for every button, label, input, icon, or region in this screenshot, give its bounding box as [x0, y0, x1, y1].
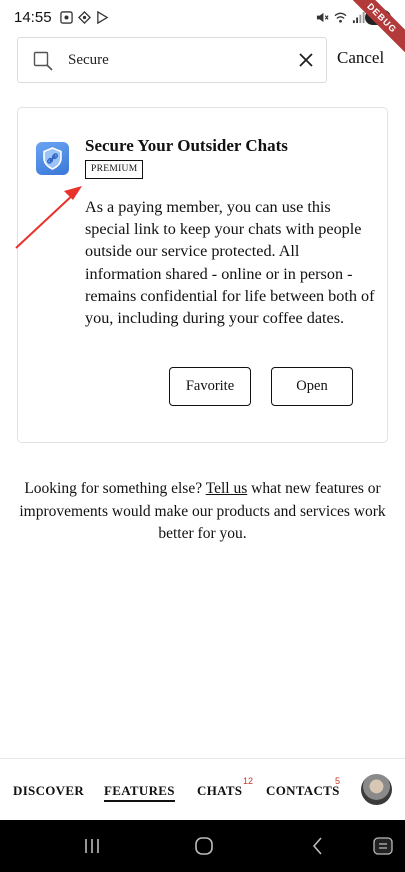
feedback-text: Looking for something else? Tell us what… [12, 478, 393, 546]
card-description: As a paying member, you can use this spe… [85, 198, 375, 328]
tab-features[interactable]: FEATURES [104, 783, 175, 802]
screen-record-icon [60, 11, 73, 24]
back-icon[interactable] [307, 836, 329, 856]
avatar[interactable] [361, 774, 392, 805]
search-input[interactable] [68, 47, 288, 73]
tab-discover[interactable]: DISCOVER [13, 783, 84, 799]
tab-chats[interactable]: CHATS [197, 783, 242, 799]
favorite-button[interactable]: Favorite [169, 367, 251, 406]
contacts-badge: 5 [335, 776, 341, 786]
close-icon[interactable] [298, 52, 314, 68]
home-icon[interactable] [193, 836, 215, 856]
status-left-icons [60, 11, 109, 24]
status-time: 14:55 [14, 9, 52, 26]
sync-icon [78, 11, 91, 24]
wifi-icon [334, 12, 347, 23]
premium-badge: PREMIUM [85, 160, 144, 179]
shield-link-icon [36, 142, 69, 175]
cancel-button[interactable]: Cancel [337, 48, 384, 68]
chats-badge: 12 [243, 776, 254, 786]
open-button[interactable]: Open [271, 367, 353, 406]
search-icon [33, 51, 53, 71]
tell-us-link[interactable]: Tell us [206, 480, 248, 497]
screen-capture-icon[interactable] [372, 836, 394, 856]
card-title: Secure Your Outsider Chats [85, 136, 288, 155]
status-right-icons [316, 11, 365, 24]
feature-card[interactable]: Secure Your Outsider Chats PREMIUM As a … [17, 107, 388, 443]
signal-icon [352, 11, 365, 24]
search-box[interactable] [17, 37, 327, 83]
feedback-before: Looking for something else? [24, 480, 203, 497]
status-bar: 14:55 78 DEBUG [0, 0, 405, 56]
system-nav-bar [0, 820, 405, 872]
tab-contacts[interactable]: CONTACTS [266, 783, 340, 799]
recent-apps-icon[interactable] [81, 836, 103, 856]
play-store-icon [97, 11, 109, 24]
mute-icon [316, 12, 329, 23]
bottom-nav: DISCOVER FEATURES CHATS 12 CONTACTS 5 [0, 758, 405, 820]
